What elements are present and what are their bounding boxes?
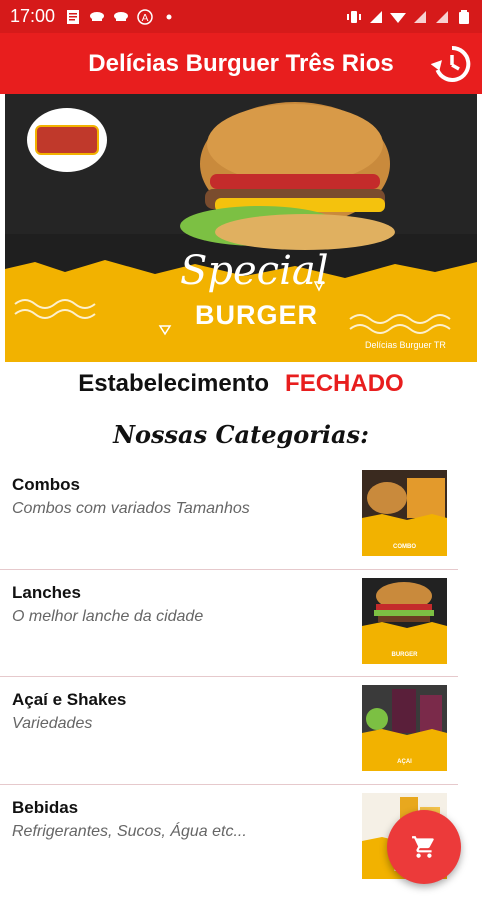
signal-icon: [436, 10, 448, 23]
category-subtitle: O melhor lanche da cidade: [12, 607, 204, 625]
category-item-acai-shakes[interactable]: Açaí e Shakes Variedades AÇAI: [0, 677, 482, 785]
status-right-icons: [346, 9, 472, 25]
brand-logo: [27, 108, 107, 172]
category-title: Combos: [12, 475, 80, 494]
banner-caption: Delícias Burguer TR: [365, 340, 446, 350]
cart-icon: [412, 836, 434, 858]
cup-icon: [90, 11, 105, 21]
history-icon: [431, 45, 471, 82]
banner-special-text: Special: [180, 248, 329, 294]
4g-signal-icon: [370, 10, 382, 23]
burger-image: [362, 577, 447, 634]
circle-a-icon: A: [137, 8, 153, 25]
banner-burger-text: BURGER: [195, 300, 319, 330]
category-title: Lanches: [12, 582, 81, 602]
combo-image: [362, 470, 447, 526]
brand-logo-emblem: [35, 125, 99, 155]
category-subtitle: Variedades: [12, 715, 93, 732]
category-thumbnail: BURGER: [362, 577, 447, 664]
category-thumb-label: COMBO: [393, 544, 416, 550]
battery-icon: [459, 9, 469, 24]
store-status-value: FECHADO: [285, 370, 404, 397]
category-thumbnail: COMBO: [362, 470, 447, 556]
status-time: 17:00: [10, 6, 56, 26]
category-subtitle: Combos com variados Tamanhos: [12, 500, 250, 517]
document-icon: [67, 9, 80, 24]
category-title: Bebidas: [12, 797, 79, 817]
category-title: Açaí e Shakes: [12, 690, 127, 709]
promo-banner: Special BURGER Delícias Burguer TR: [5, 94, 477, 362]
cup-icon: [114, 11, 129, 21]
vibrate-icon: [347, 10, 361, 23]
svg-text:A: A: [142, 13, 149, 24]
category-thumbnail: AÇAI: [362, 685, 447, 771]
category-thumb-label: AÇAI: [397, 759, 412, 765]
history-button[interactable]: [430, 43, 472, 85]
status-left-icons: A: [65, 8, 177, 25]
category-thumb-label: BURGER: [391, 651, 418, 658]
acai-image: [362, 685, 447, 741]
store-status: Estabelecimento FECHADO: [0, 370, 482, 398]
store-status-label: Estabelecimento: [78, 370, 270, 397]
category-item-combos[interactable]: Combos Combos com variados Tamanhos COMB…: [0, 462, 482, 570]
app-bar: Delícias Burguer Três Rios: [0, 33, 482, 94]
signal-icon: [414, 10, 426, 23]
cart-fab-button[interactable]: [387, 810, 461, 884]
categories-heading: Nossas Categorias:: [113, 420, 369, 449]
category-item-lanches[interactable]: Lanches O melhor lanche da cidade BURGER: [0, 570, 482, 677]
dot-icon: [166, 14, 172, 19]
app-title: Delícias Burguer Três Rios: [88, 49, 394, 77]
status-bar: 17:00 A: [0, 0, 482, 33]
category-subtitle: Refrigerantes, Sucos, Água etc...: [12, 822, 247, 840]
wifi-icon: [390, 12, 406, 23]
